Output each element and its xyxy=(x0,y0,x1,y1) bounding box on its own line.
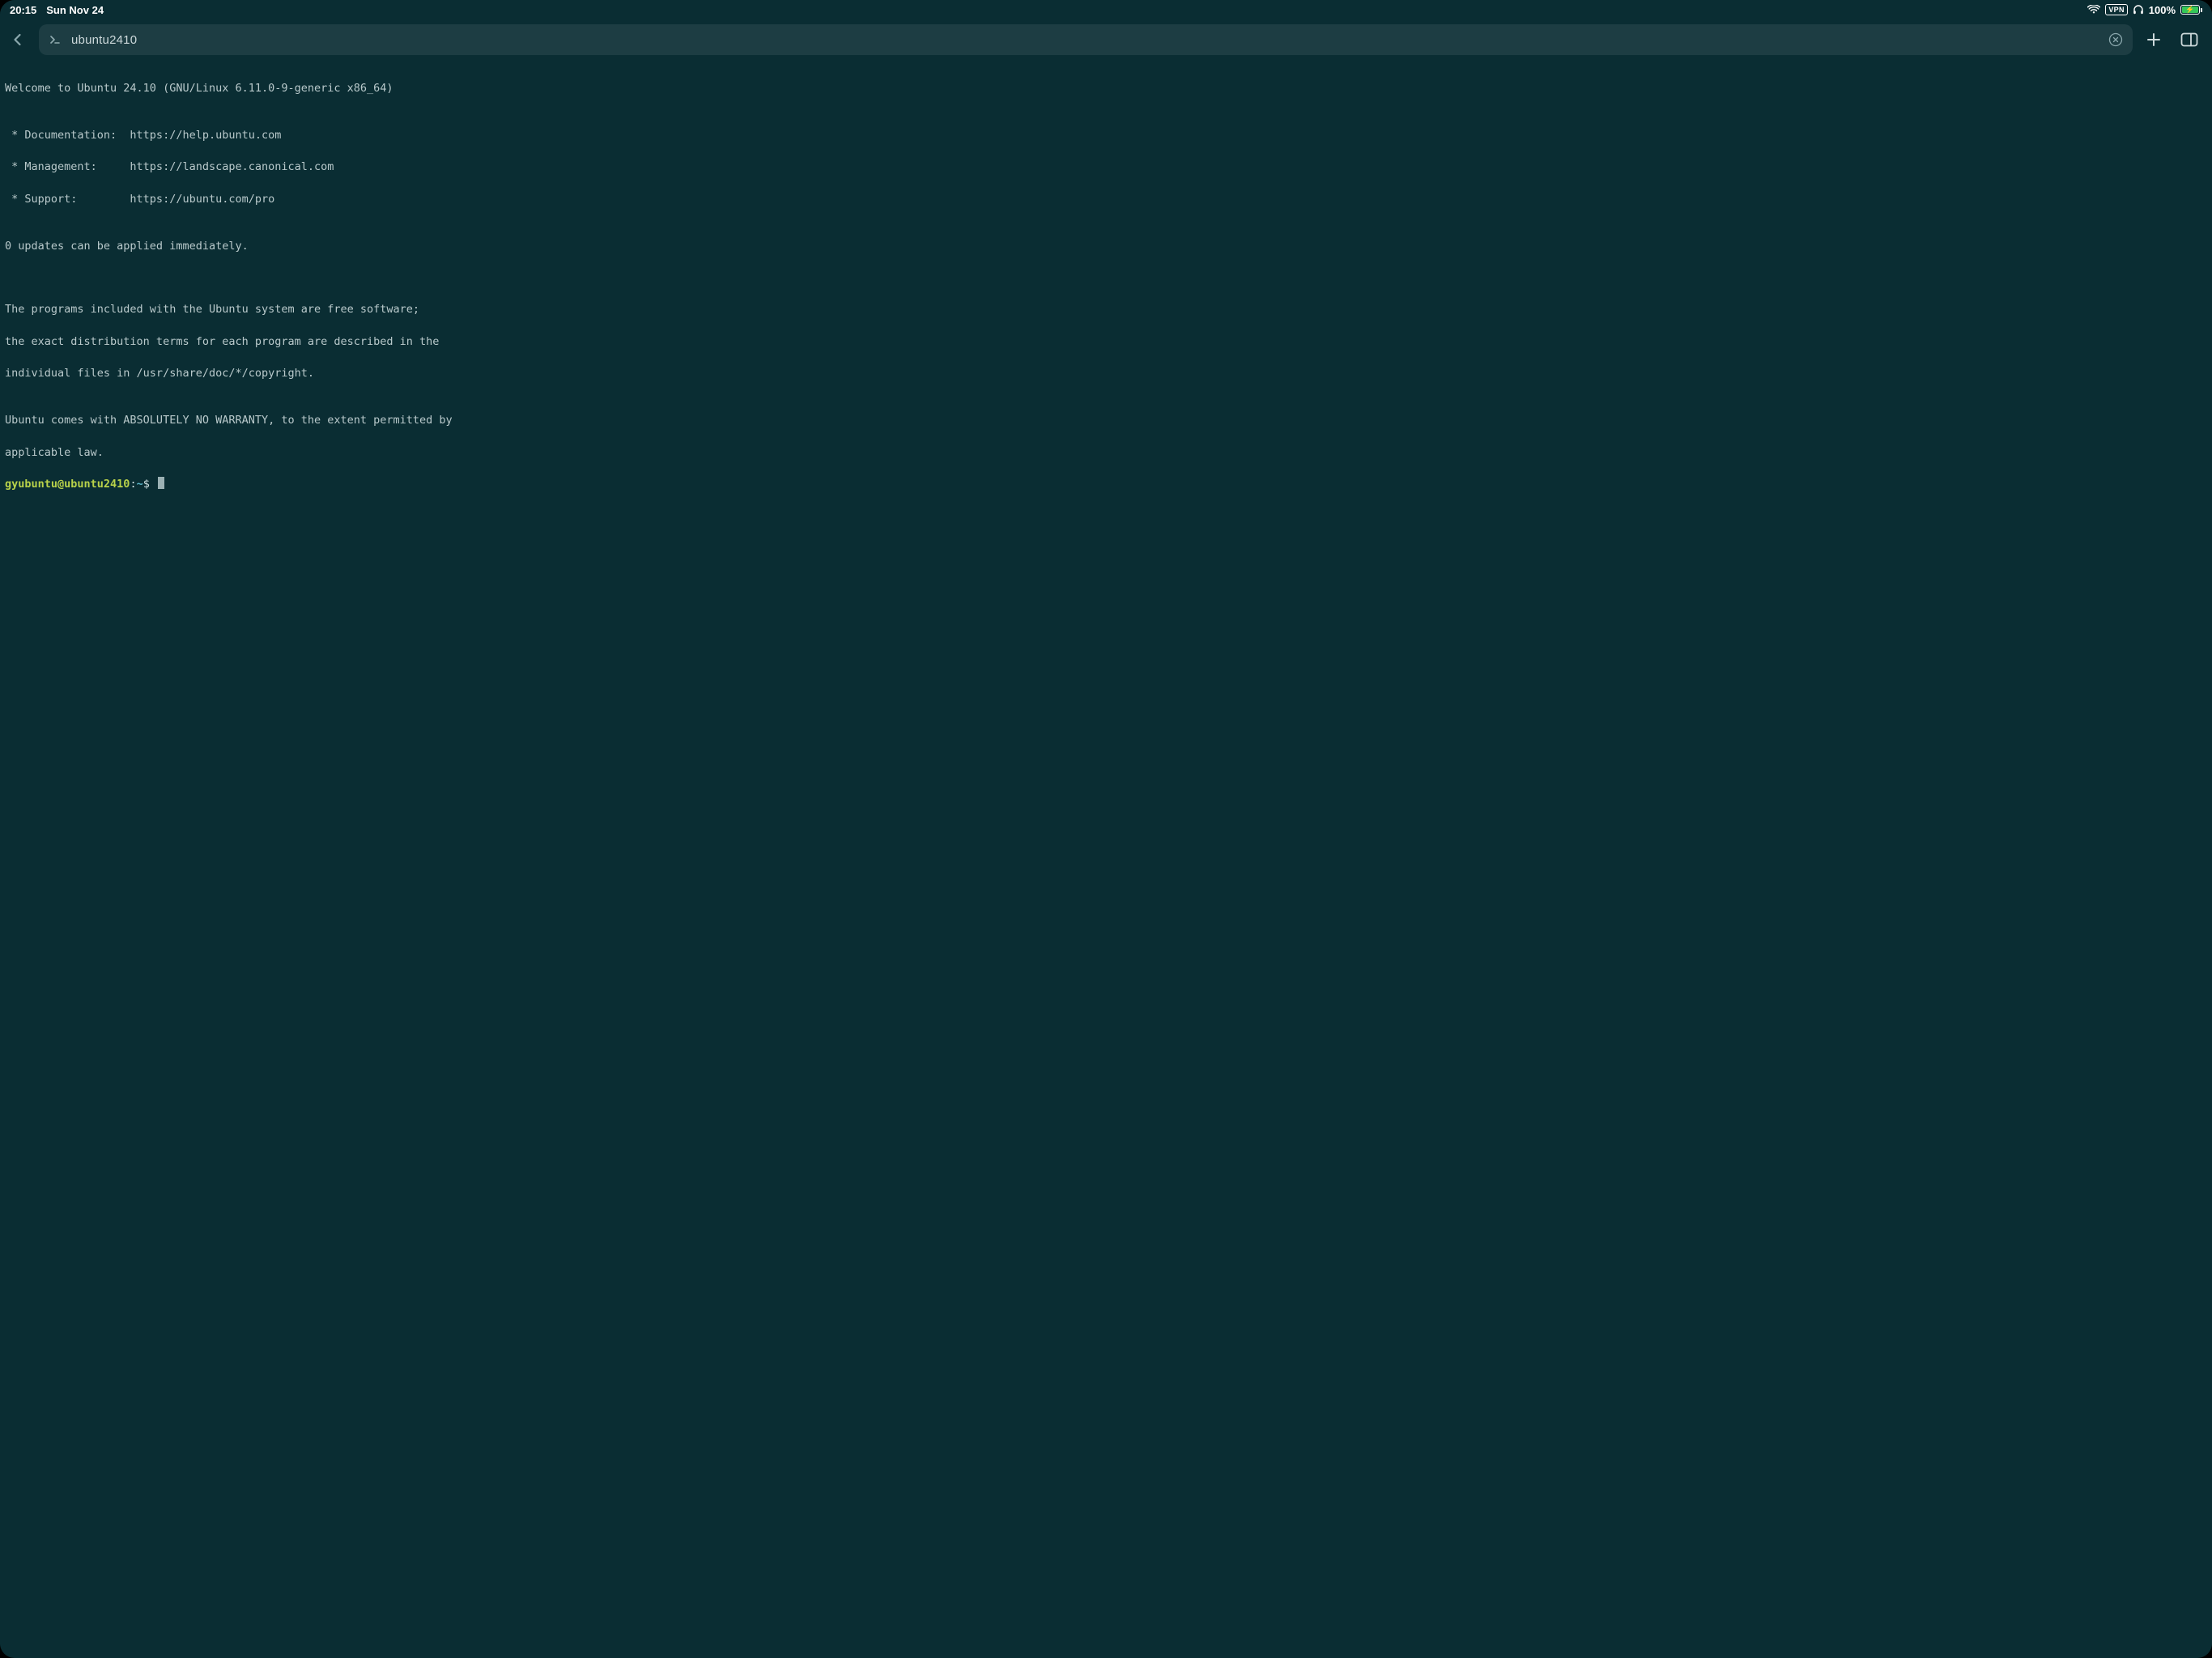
terminal-icon xyxy=(47,32,63,48)
terminal-line: Ubuntu comes with ABSOLUTELY NO WARRANTY… xyxy=(5,413,2207,429)
new-tab-button[interactable] xyxy=(2139,25,2168,54)
panels-button[interactable] xyxy=(2175,25,2204,54)
terminal-line: The programs included with the Ubuntu sy… xyxy=(5,302,2207,318)
terminal-line: * Support: https://ubuntu.com/pro xyxy=(5,192,2207,208)
terminal-line: applicable law. xyxy=(5,445,2207,461)
prompt-suffix: $ xyxy=(143,478,150,491)
back-button[interactable] xyxy=(3,25,32,54)
app-window: 20:15 Sun Nov 24 VPN 100% xyxy=(0,0,2212,1658)
status-bar: 20:15 Sun Nov 24 VPN 100% xyxy=(0,0,2212,19)
wifi-icon xyxy=(2087,5,2100,15)
address-bar[interactable]: ubuntu2410 xyxy=(39,24,2133,55)
plus-icon xyxy=(2145,31,2163,49)
headphones-icon xyxy=(2133,4,2144,15)
status-left: 20:15 Sun Nov 24 xyxy=(10,4,104,16)
battery-icon: ⚡ xyxy=(2180,5,2202,15)
address-text: ubuntu2410 xyxy=(71,33,2099,47)
clear-button[interactable] xyxy=(2107,31,2125,49)
terminal-line: Welcome to Ubuntu 24.10 (GNU/Linux 6.11.… xyxy=(5,81,2207,97)
close-circle-icon xyxy=(2108,32,2123,47)
battery-percent: 100% xyxy=(2149,4,2176,16)
prompt-line: gyubuntu@ubuntu2410:~$ xyxy=(5,477,2207,493)
prompt-path: ~ xyxy=(137,478,143,491)
terminal-line: individual files in /usr/share/doc/*/cop… xyxy=(5,366,2207,382)
status-time: 20:15 xyxy=(10,4,36,16)
terminal-line: 0 updates can be applied immediately. xyxy=(5,239,2207,255)
prompt-user-host: gyubuntu@ubuntu2410 xyxy=(5,478,130,491)
sidebar-icon xyxy=(2180,32,2198,47)
terminal-line: * Management: https://landscape.canonica… xyxy=(5,159,2207,176)
status-right: VPN 100% ⚡ xyxy=(2087,4,2202,16)
toolbar: ubuntu2410 xyxy=(0,19,2212,62)
prompt-separator: : xyxy=(130,478,136,491)
chevron-left-icon xyxy=(11,32,25,47)
cursor xyxy=(158,477,164,489)
vpn-badge: VPN xyxy=(2105,4,2127,15)
terminal-output[interactable]: Welcome to Ubuntu 24.10 (GNU/Linux 6.11.… xyxy=(0,62,2212,1658)
terminal-line: * Documentation: https://help.ubuntu.com xyxy=(5,128,2207,144)
status-date: Sun Nov 24 xyxy=(46,4,104,16)
terminal-line: the exact distribution terms for each pr… xyxy=(5,334,2207,351)
